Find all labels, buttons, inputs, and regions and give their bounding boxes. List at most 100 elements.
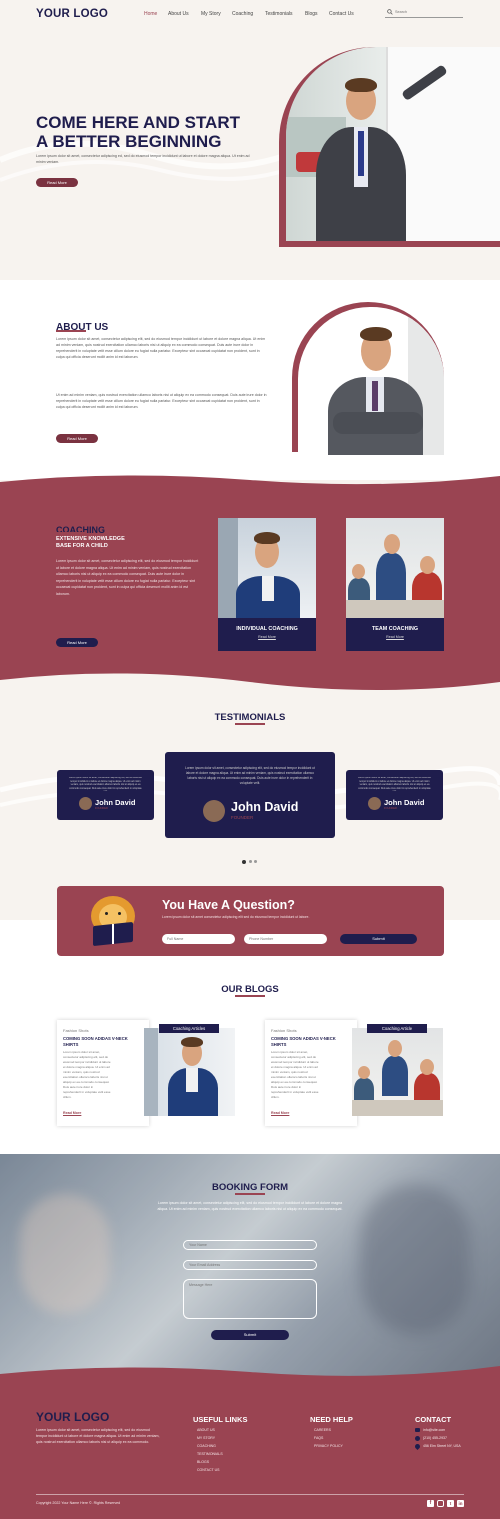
testimonial-name: John David xyxy=(231,800,299,814)
team-coaching-card[interactable]: TEAM COACHING Read More xyxy=(346,518,444,651)
footer-link-story[interactable]: MY STORY xyxy=(197,1436,215,1440)
avatar xyxy=(79,797,92,810)
nav-item-home[interactable]: Home xyxy=(144,11,157,17)
carousel-dot-active[interactable] xyxy=(242,860,246,864)
blog-title: COMING SOON ADIDAS V-NECK SHIRTS xyxy=(271,1036,336,1047)
booking-name-field[interactable] xyxy=(183,1240,317,1250)
question-heading: You Have A Question? xyxy=(162,898,295,912)
nav-item-coaching[interactable]: Coaching xyxy=(232,11,253,17)
footer-link-testimonials[interactable]: TESTIMONIALS xyxy=(197,1452,223,1456)
booking-section: BOOKING FORM Lorem ipsum dolor sit amet,… xyxy=(0,1154,500,1384)
nav-item-testimonials[interactable]: Testimonials xyxy=(265,11,293,17)
hero-text: Lorem ipsum dolor sit amet, consectetur … xyxy=(36,154,250,164)
contact-email[interactable]: info@site.com xyxy=(423,1428,445,1432)
blog-title: COMING SOON ADIDAS V-NECK SHIRTS xyxy=(63,1036,128,1047)
facebook-icon[interactable]: f xyxy=(427,1500,434,1507)
about-heading: ABOUT US xyxy=(56,322,109,333)
coaching-heading: COACHING xyxy=(56,525,105,535)
contact-heading: CONTACT xyxy=(415,1415,452,1424)
instagram-icon[interactable] xyxy=(437,1500,444,1507)
search-input[interactable] xyxy=(395,8,461,16)
booking-text: Lorem ipsum dolor sit amet, consectetur … xyxy=(157,1201,343,1211)
blog-tag[interactable]: Coaching Articles xyxy=(159,1024,219,1033)
booking-message-field[interactable] xyxy=(183,1279,317,1319)
individual-coaching-card[interactable]: INDIVIDUAL COACHING Read More xyxy=(218,518,316,651)
blog-tag[interactable]: Coaching Article xyxy=(367,1024,427,1033)
blog-text: Lorem ipsum dolor sit amet, consectetur … xyxy=(63,1050,111,1099)
hero-title: COME HERE AND START A BETTER BEGINNING xyxy=(36,113,240,151)
blog-read-more-link[interactable]: Read More xyxy=(271,1111,289,1115)
testimonial-role: FOUNDER xyxy=(231,815,254,820)
nav-item-contact[interactable]: Contact Us xyxy=(329,11,354,17)
twitter-icon[interactable]: t xyxy=(447,1500,454,1507)
blog-card[interactable]: Fashion Shots COMING SOON ADIDAS V-NECK … xyxy=(265,1020,357,1126)
carousel-dot[interactable] xyxy=(249,860,252,863)
logo[interactable]: YOUR LOGO xyxy=(36,8,108,20)
search-box[interactable] xyxy=(385,8,463,18)
footer-link-privacy[interactable]: PRIVACY POLICY xyxy=(314,1444,343,1448)
individual-coaching-image xyxy=(218,518,316,618)
footer-link-careers[interactable]: CAREERS xyxy=(314,1428,331,1432)
contact-address: 456 Elm Street NY, USA xyxy=(423,1444,461,1448)
site-header: YOUR LOGO Home About Us My Story Coachin… xyxy=(0,0,500,30)
contact-phone[interactable]: (210) 455-2937 xyxy=(423,1436,447,1440)
phone-number-field[interactable] xyxy=(244,934,327,944)
hero-image xyxy=(286,47,500,241)
team-coaching-link[interactable]: Read More xyxy=(346,635,444,639)
booking-email-field[interactable] xyxy=(183,1260,317,1270)
coaching-read-more-button[interactable]: Read More xyxy=(56,638,98,647)
about-read-more-button[interactable]: Read More xyxy=(56,434,98,443)
testimonial-role: FOUNDER xyxy=(95,807,108,810)
testimonial-card-center[interactable]: Lorem ipsum dolor sit amet, consectetur … xyxy=(165,752,335,838)
nav-item-about[interactable]: About Us xyxy=(168,11,189,17)
testimonials-heading: TESTIMONIALS xyxy=(214,712,286,723)
footer-link-contact[interactable]: CONTACT US xyxy=(197,1468,219,1472)
footer-divider xyxy=(36,1494,464,1495)
linkedin-icon[interactable]: in xyxy=(457,1500,464,1507)
full-name-field[interactable] xyxy=(162,934,235,944)
footer-logo[interactable]: YOUR LOGO xyxy=(36,1410,109,1424)
lion-reading-icon xyxy=(85,894,141,950)
testimonial-quote: Lorem ipsum dolor sit amet, consectetur … xyxy=(185,766,315,785)
testimonial-name: John David xyxy=(95,798,136,807)
blog-text: Lorem ipsum dolor sit amet, consectetur … xyxy=(271,1050,319,1099)
search-icon xyxy=(387,9,393,15)
footer-text: Lorem ipsum dolor sit amet, consectetur … xyxy=(36,1428,160,1444)
footer-link-blogs[interactable]: BLOGS xyxy=(197,1460,209,1464)
question-text: Lorem ipsum dolor sit amet consectetur a… xyxy=(162,915,310,919)
team-coaching-title: TEAM COACHING xyxy=(371,626,419,632)
phone-icon xyxy=(415,1436,420,1441)
blogs-heading: OUR BLOGS xyxy=(221,984,279,995)
copyright-text: Copyright 2022 Your Name Here ©. Rights … xyxy=(36,1501,121,1505)
question-banner: You Have A Question? Lorem ipsum dolor s… xyxy=(57,886,444,956)
blog-card[interactable]: Fashion Shots COMING SOON ADIDAS V-NECK … xyxy=(57,1020,149,1126)
hero-read-more-button[interactable]: Read More xyxy=(36,178,78,187)
individual-coaching-title: INDIVIDUAL COACHING xyxy=(236,626,298,632)
testimonial-card-left[interactable]: Lorem ipsum dolor sit amet, consectetur … xyxy=(57,770,154,820)
avatar xyxy=(203,800,225,822)
email-icon xyxy=(415,1428,420,1432)
nav-item-story[interactable]: My Story xyxy=(201,11,221,17)
hero-section: COME HERE AND START A BETTER BEGINNING L… xyxy=(0,30,500,280)
testimonial-card-right[interactable]: Lorem ipsum dolor sit amet, consectetur … xyxy=(346,770,443,820)
avatar xyxy=(368,797,381,810)
footer-link-coaching[interactable]: COACHING xyxy=(197,1444,216,1448)
team-coaching-image xyxy=(346,518,444,618)
individual-coaching-link[interactable]: Read More xyxy=(218,635,316,639)
blog-read-more-link[interactable]: Read More xyxy=(63,1111,81,1115)
question-submit-button[interactable]: Submit xyxy=(340,934,417,944)
testimonial-quote: Lorem ipsum dolor sit amet, consectetur … xyxy=(69,777,142,790)
testimonials-section: TESTIMONIALS Lorem ipsum dolor sit amet,… xyxy=(0,700,500,870)
location-icon xyxy=(413,1442,422,1451)
need-help-heading: NEED HELP xyxy=(310,1415,353,1424)
coaching-subheading: EXTENSIVE KNOWLEDGE BASE FOR A CHILD xyxy=(56,536,125,549)
about-paragraph-1: Lorem ipsum dolor sit amet, consectetur … xyxy=(56,337,266,359)
booking-submit-button[interactable]: Submit xyxy=(211,1330,289,1340)
about-paragraph-2: Ut enim ad minim veniam, quis nostrud ex… xyxy=(56,393,267,409)
footer-link-about[interactable]: ABOUT US xyxy=(197,1428,215,1432)
blog-category: Fashion Shots xyxy=(63,1028,89,1033)
nav-item-blogs[interactable]: Blogs xyxy=(305,11,318,17)
booking-heading: BOOKING FORM xyxy=(212,1182,288,1193)
carousel-dot[interactable] xyxy=(254,860,257,863)
footer-link-faqs[interactable]: FAQS xyxy=(314,1436,323,1440)
